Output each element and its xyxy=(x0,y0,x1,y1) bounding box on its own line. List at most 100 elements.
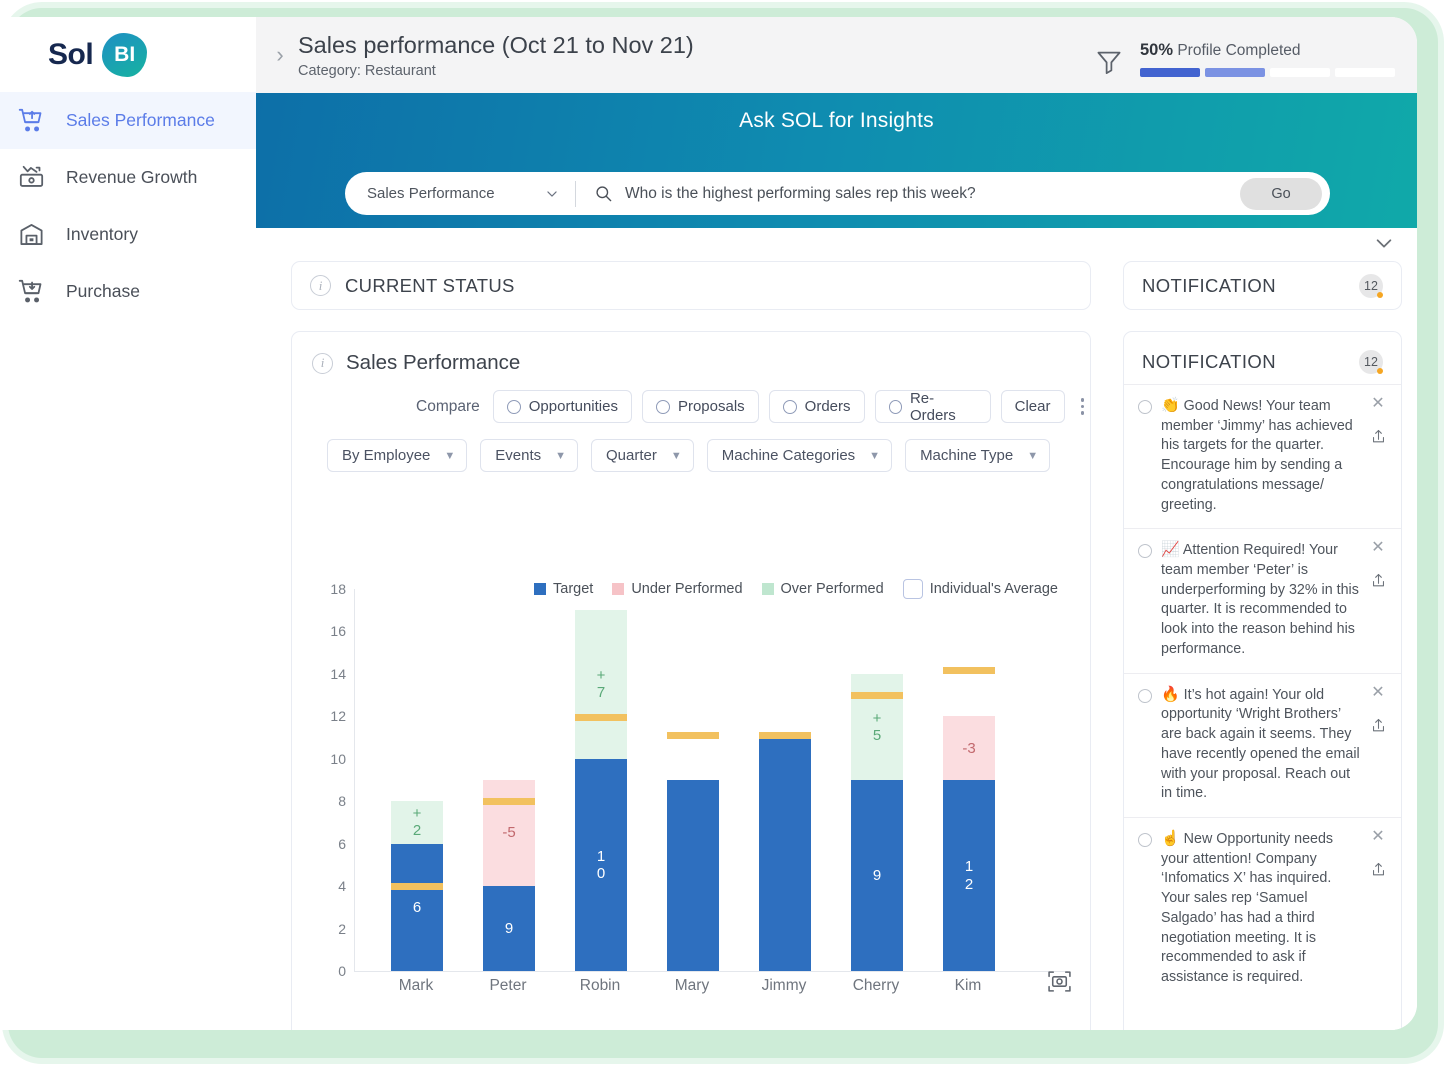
filter-funnel-icon[interactable] xyxy=(1094,47,1124,82)
cart-up-icon xyxy=(13,107,49,134)
bar-group-peter[interactable]: 9 -5 xyxy=(483,780,535,971)
close-icon[interactable]: ✕ xyxy=(1371,685,1384,701)
filter-by-employee[interactable]: By Employee ▼ xyxy=(327,439,467,472)
close-icon[interactable]: ✕ xyxy=(1371,829,1384,845)
notification-dot-icon xyxy=(1377,368,1383,374)
bar-segment-under-performed: -5 xyxy=(483,780,535,886)
notification-select-radio[interactable] xyxy=(1138,833,1152,847)
compare-option-proposals[interactable]: Proposals xyxy=(642,390,759,423)
x-tick-label: Mary xyxy=(647,977,737,995)
more-options-icon[interactable] xyxy=(1075,398,1091,415)
sidebar-item-label: Inventory xyxy=(66,224,138,245)
notification-emoji: 📈 xyxy=(1161,541,1180,558)
notification-panel-header: NOTIFICATION 12 xyxy=(1124,332,1401,384)
compare-controls: Compare Opportunities Proposals Orders xyxy=(416,390,1090,423)
notification-dot-icon xyxy=(1377,292,1383,298)
bar-segment-over-performed: +7 xyxy=(575,610,627,759)
info-icon[interactable]: i xyxy=(310,275,331,296)
sidebar-item-purchase[interactable]: Purchase xyxy=(0,263,256,320)
bar-group-jimmy[interactable] xyxy=(759,738,811,971)
compare-option-orders[interactable]: Orders xyxy=(769,390,865,423)
notification-emoji: 👏 xyxy=(1161,397,1180,414)
y-tick: 0 xyxy=(310,963,346,979)
chevron-down-icon[interactable] xyxy=(1373,232,1395,259)
ask-sol-searchbar: Sales Performance Go xyxy=(345,172,1330,215)
sidebar-item-sales-performance[interactable]: Sales Performance xyxy=(0,92,256,149)
notification-text: 🔥 It’s hot again! Your old opportunity ‘… xyxy=(1161,685,1360,804)
brand-badge-bi: BI xyxy=(102,33,147,77)
bar-group-kim[interactable]: 12 -3 xyxy=(943,716,995,971)
ask-query-input[interactable] xyxy=(625,185,1240,203)
close-icon[interactable]: ✕ xyxy=(1371,540,1384,556)
profile-percent-label: 50% Profile Completed xyxy=(1140,41,1395,60)
bar-delta-label: -5 xyxy=(501,824,517,841)
filter-label: Machine Type xyxy=(920,447,1013,464)
clear-button[interactable]: Clear xyxy=(1001,390,1065,423)
notification-select-radio[interactable] xyxy=(1138,689,1152,703)
notification-select-radio[interactable] xyxy=(1138,400,1152,414)
y-tick: 8 xyxy=(310,793,346,809)
share-icon[interactable] xyxy=(1370,572,1387,594)
bar-segment-under-performed: -3 xyxy=(943,716,995,780)
bar-segment-target: 9 xyxy=(851,780,903,971)
sidebar-item-revenue-growth[interactable]: Revenue Growth xyxy=(0,149,256,206)
bar-group-mary[interactable] xyxy=(667,780,719,971)
screenshot-camera-icon[interactable] xyxy=(1047,969,1072,999)
notification-panel-title: NOTIFICATION xyxy=(1142,351,1276,373)
notification-header-card[interactable]: NOTIFICATION 12 xyxy=(1123,261,1402,310)
bar-group-mark[interactable]: 6 +2 xyxy=(391,801,443,971)
chevron-right-icon[interactable]: › xyxy=(266,42,294,68)
current-status-card[interactable]: i CURRENT STATUS xyxy=(291,261,1091,310)
go-button[interactable]: Go xyxy=(1240,178,1322,210)
filter-label: By Employee xyxy=(342,447,430,464)
share-icon[interactable] xyxy=(1370,428,1387,450)
sidebar: Sol BI Sales Performance xyxy=(0,17,256,1030)
filter-machine-categories[interactable]: Machine Categories ▼ xyxy=(707,439,892,472)
screenshot-frame: Sol BI Sales Performance xyxy=(0,0,1446,1066)
bar-segment-target xyxy=(667,780,719,971)
filter-quarter[interactable]: Quarter ▼ xyxy=(591,439,694,472)
notification-body: New Opportunity needs your attention! Co… xyxy=(1161,831,1333,985)
filter-machine-type[interactable]: Machine Type ▼ xyxy=(905,439,1050,472)
x-tick-label: Peter xyxy=(463,977,553,995)
share-icon[interactable] xyxy=(1370,717,1387,739)
scope-dropdown[interactable]: Sales Performance xyxy=(345,185,575,202)
filter-events[interactable]: Events ▼ xyxy=(480,439,578,472)
brand-logo[interactable]: Sol BI xyxy=(0,17,256,92)
notification-actions: ✕ xyxy=(1369,829,1387,988)
sidebar-item-inventory[interactable]: Inventory xyxy=(0,206,256,263)
x-tick-label: Mark xyxy=(371,977,461,995)
notification-item[interactable]: 📈 Attention Required! Your team member ‘… xyxy=(1124,528,1401,672)
profile-progress-bar xyxy=(1140,68,1395,77)
share-icon[interactable] xyxy=(1370,861,1387,883)
bar-delta-label: +5 xyxy=(869,710,885,745)
search-icon xyxy=(594,184,613,203)
bar-segment-target: 9 xyxy=(483,886,535,971)
chevron-down-icon: ▼ xyxy=(1027,450,1038,462)
notification-count-badge: 12 xyxy=(1359,350,1383,374)
radio-icon xyxy=(656,400,670,414)
bar-group-cherry[interactable]: 9 +5 xyxy=(851,674,903,971)
compare-option-opportunities[interactable]: Opportunities xyxy=(493,390,632,423)
ask-query-group xyxy=(576,184,1240,203)
notification-count-badge: 12 xyxy=(1359,274,1383,298)
bar-segment-target: 6 xyxy=(391,844,443,971)
notification-actions: ✕ xyxy=(1369,685,1387,804)
chevron-down-icon: ▼ xyxy=(555,450,566,462)
close-icon[interactable]: ✕ xyxy=(1371,396,1384,412)
x-axis-line xyxy=(354,971,1068,972)
bar-value-label: 9 xyxy=(869,867,885,884)
notification-item[interactable]: ☝️ New Opportunity needs your attention!… xyxy=(1124,817,1401,1001)
notification-select-radio[interactable] xyxy=(1138,544,1152,558)
info-icon[interactable]: i xyxy=(312,353,333,374)
notification-item[interactable]: 🔥 It’s hot again! Your old opportunity ‘… xyxy=(1124,673,1401,817)
compare-option-re-orders[interactable]: Re-Orders xyxy=(875,390,991,423)
filter-label: Events xyxy=(495,447,541,464)
current-status-title: CURRENT STATUS xyxy=(345,275,515,297)
notification-item[interactable]: 👏 Good News! Your team member ‘Jimmy’ ha… xyxy=(1124,384,1401,528)
bar-group-robin[interactable]: 10 +7 xyxy=(575,610,627,971)
x-tick-label: Cherry xyxy=(831,977,921,995)
notification-body: Attention Required! Your team member ‘Pe… xyxy=(1161,542,1359,657)
notification-header-title: NOTIFICATION xyxy=(1142,275,1276,297)
radio-icon xyxy=(889,400,902,414)
